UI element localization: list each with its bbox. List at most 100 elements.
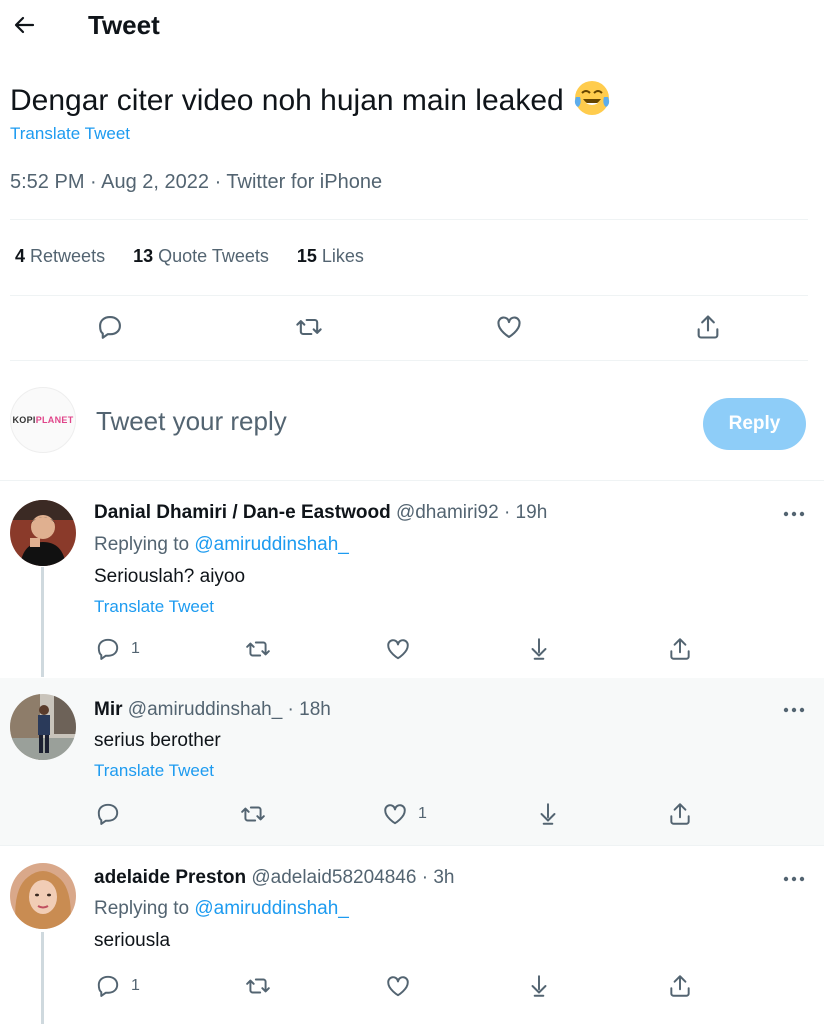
replying-to: Replying to @amiruddinshah_ <box>94 534 349 556</box>
heart-icon <box>387 976 409 997</box>
download-arrow-icon <box>531 975 547 997</box>
avatar[interactable] <box>10 863 76 929</box>
quote-tweets-label: Quote Tweets <box>158 246 269 266</box>
back-button[interactable] <box>10 10 40 40</box>
retweet-icon <box>241 806 265 822</box>
download-action-button[interactable] <box>535 801 561 827</box>
translate-tweet-link[interactable]: Translate Tweet <box>94 597 214 617</box>
reply-input[interactable] <box>96 406 656 437</box>
quote-tweets-stat[interactable]: 13 Quote Tweets <box>133 246 269 267</box>
reply-action-button[interactable]: 1 <box>95 636 140 662</box>
avatar[interactable] <box>10 500 76 566</box>
like-count: 1 <box>418 805 427 822</box>
reply-text: Seriouslah? aiyoo <box>94 566 246 587</box>
share-action-button[interactable] <box>667 973 693 999</box>
heart-icon <box>497 316 521 338</box>
thread-line <box>41 567 44 677</box>
reply-item[interactable]: Danial Dhamiri / Dan-e Eastwood @dhamiri… <box>0 481 824 677</box>
display-name[interactable]: Mir <box>94 699 123 720</box>
divider <box>10 219 808 220</box>
replying-prefix: Replying to <box>94 534 195 555</box>
tears-of-joy-emoji-icon <box>574 81 609 115</box>
tweet-action-bar <box>0 312 824 344</box>
reply-action-button[interactable] <box>95 312 125 342</box>
heart-icon <box>387 639 409 660</box>
share-action-button[interactable] <box>693 312 723 342</box>
reply-count: 1 <box>131 977 140 994</box>
download-arrow-icon <box>540 803 556 825</box>
like-action-button[interactable] <box>385 973 411 999</box>
handle-time: @amiruddinshah_ · 18h <box>127 699 331 720</box>
more-dots-icon <box>783 511 805 517</box>
retweets-label: Retweets <box>30 246 106 266</box>
reply-count: 1 <box>131 640 140 657</box>
user-photo-icon <box>10 694 76 760</box>
retweets-stat[interactable]: 4 Retweets <box>15 246 105 267</box>
retweets-count: 4 <box>15 246 26 266</box>
more-dots-icon <box>783 876 805 882</box>
download-action-button[interactable] <box>526 973 552 999</box>
retweet-action-button[interactable] <box>245 636 271 662</box>
share-icon <box>670 803 690 825</box>
reply-composer: KOPIPLANET Reply <box>0 380 824 470</box>
like-action-button[interactable] <box>385 636 411 662</box>
mention-link[interactable]: @amiruddinshah_ <box>194 534 349 555</box>
retweet-action-button[interactable] <box>294 312 324 342</box>
reply-icon <box>97 638 119 660</box>
arrow-left-icon <box>14 16 35 34</box>
retweet-action-button[interactable] <box>245 973 271 999</box>
heart-icon <box>384 804 406 825</box>
share-icon <box>670 975 690 997</box>
page-title: Tweet <box>88 10 160 40</box>
reply-icon <box>99 316 121 339</box>
display-name[interactable]: Danial Dhamiri / Dan-e Eastwood <box>94 502 391 523</box>
avatar[interactable] <box>10 694 76 760</box>
thread-line <box>41 932 44 1024</box>
display-name[interactable]: adelaide Preston <box>94 867 246 888</box>
reply-header: adelaide Preston @adelaid58204846 · 3h <box>94 867 454 889</box>
reply-action-button[interactable]: 1 <box>95 973 140 999</box>
tweet-text: Dengar citer video noh hujan main leaked <box>10 78 612 121</box>
user-photo-icon <box>10 500 76 566</box>
retweet-icon <box>246 641 270 657</box>
share-icon <box>670 638 690 660</box>
share-action-button[interactable] <box>667 801 693 827</box>
more-dots-icon <box>783 707 805 713</box>
more-options-button[interactable] <box>782 867 806 891</box>
avatar-logo-text-b: PLANET <box>35 415 74 425</box>
like-action-button[interactable]: 1 <box>382 801 427 827</box>
reply-button[interactable]: Reply <box>703 398 806 450</box>
share-icon <box>697 315 719 339</box>
reply-item[interactable]: adelaide Preston @adelaid58204846 · 3h R… <box>0 846 824 1024</box>
reply-item[interactable]: Mir @amiruddinshah_ · 18h serius berothe… <box>0 678 824 845</box>
more-options-button[interactable] <box>782 502 806 526</box>
mention-link[interactable]: @amiruddinshah_ <box>194 898 349 919</box>
replying-prefix: Replying to <box>94 898 195 919</box>
download-action-button[interactable] <box>526 636 552 662</box>
likes-count: 15 <box>296 246 317 266</box>
download-arrow-icon <box>531 638 547 660</box>
reply-text: serius berother <box>94 730 221 751</box>
avatar-logo-text-a: KOPI <box>12 415 36 425</box>
tweet-stats: 4 Retweets 13 Quote Tweets 15 Likes <box>15 246 364 267</box>
avatar[interactable]: KOPI PLANET <box>10 387 76 453</box>
likes-stat[interactable]: 15 Likes <box>297 246 364 267</box>
share-action-button[interactable] <box>667 636 693 662</box>
reply-text: seriousla <box>94 930 171 951</box>
retweet-action-button[interactable] <box>240 801 266 827</box>
top-bar: Tweet <box>0 0 824 56</box>
replying-to: Replying to @amiruddinshah_ <box>94 898 349 920</box>
retweet-icon <box>296 318 322 336</box>
handle-time: @adelaid58204846 · 3h <box>251 867 455 888</box>
reply-icon <box>97 803 119 825</box>
translate-tweet-link[interactable]: Translate Tweet <box>10 124 130 144</box>
reply-header: Mir @amiruddinshah_ · 18h <box>94 699 331 721</box>
likes-label: Likes <box>321 246 364 266</box>
divider <box>10 360 808 361</box>
more-options-button[interactable] <box>782 698 806 722</box>
handle-time: @dhamiri92 · 19h <box>395 502 548 523</box>
reply-action-button[interactable] <box>95 801 131 827</box>
like-action-button[interactable] <box>494 312 524 342</box>
quote-tweets-count: 13 <box>133 246 154 266</box>
translate-tweet-link[interactable]: Translate Tweet <box>94 761 214 781</box>
